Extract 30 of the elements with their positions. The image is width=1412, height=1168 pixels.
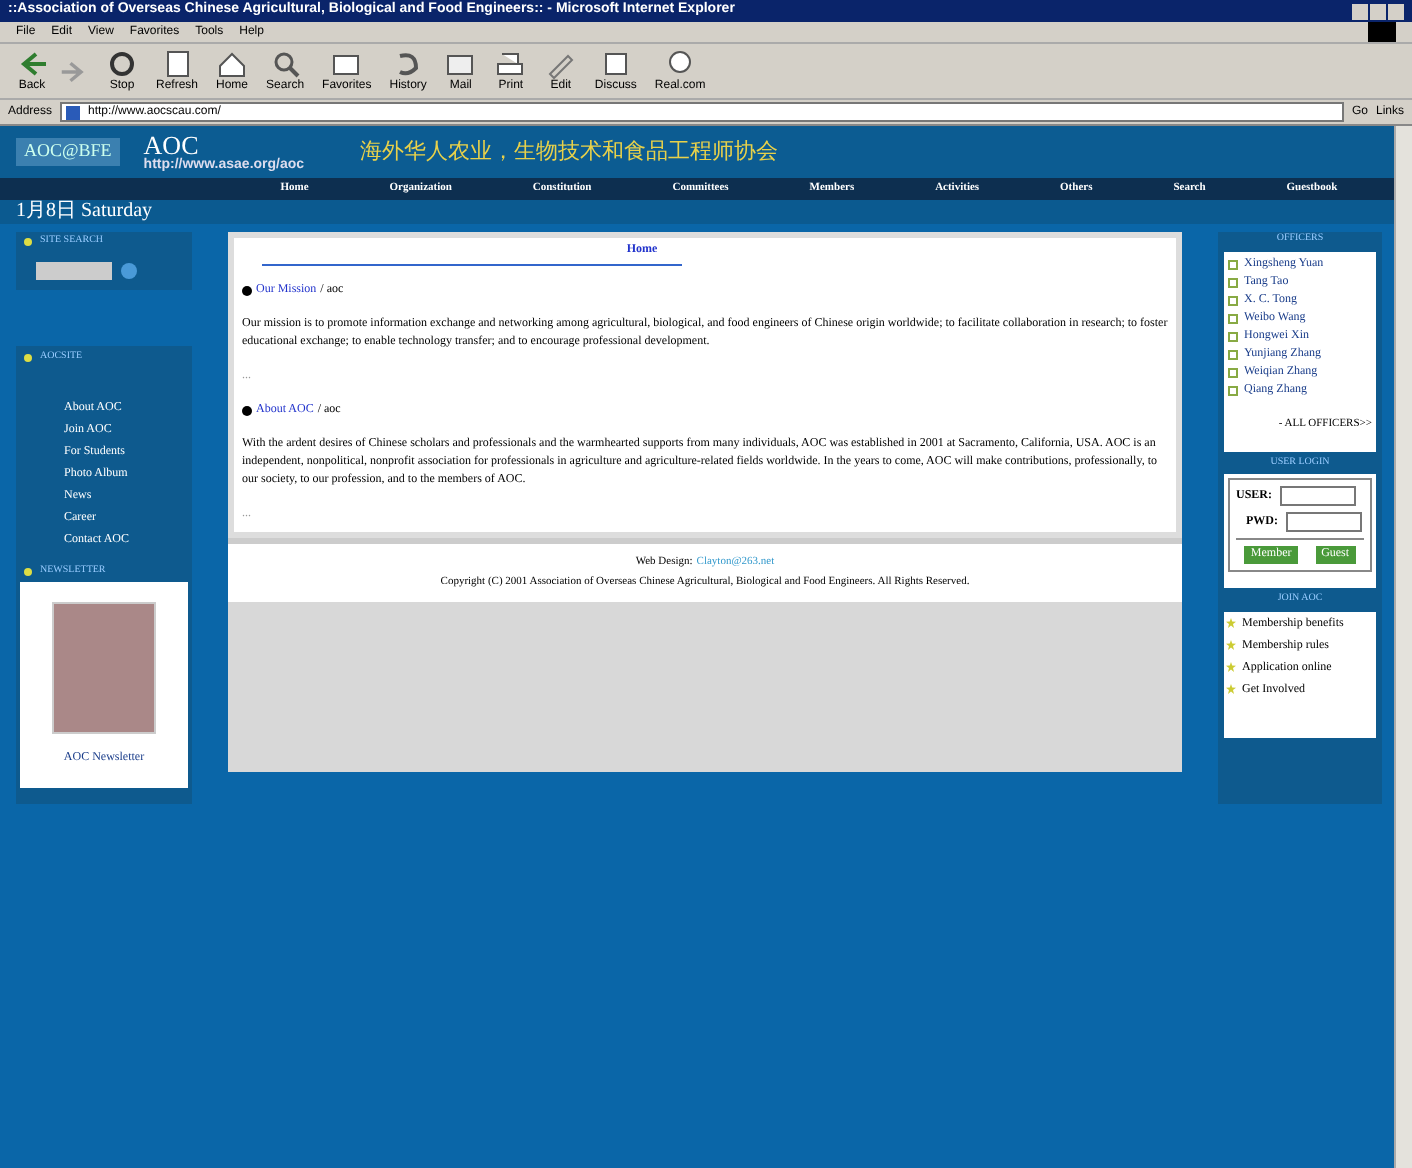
forward-arrow-icon[interactable] <box>60 57 88 85</box>
search-icon <box>269 48 302 80</box>
star-icon <box>1226 640 1236 651</box>
password-field[interactable] <box>1286 512 1362 533</box>
refresh-icon <box>161 48 193 80</box>
checkbox-icon <box>1228 367 1238 377</box>
search-button-icon[interactable] <box>120 261 138 279</box>
search-field[interactable] <box>36 261 112 279</box>
checkbox-icon <box>1228 385 1238 395</box>
star-icon <box>1226 662 1236 673</box>
checkbox-icon <box>1228 349 1238 359</box>
user-field[interactable] <box>1280 486 1357 507</box>
star-icon <box>1226 618 1236 629</box>
site-title: 海外华人农业，生物技术和食品工程师协会 <box>360 137 779 168</box>
newsletter-image[interactable] <box>52 602 156 734</box>
site-name: AOC <box>143 132 199 158</box>
checkbox-icon <box>1228 277 1238 287</box>
stop-icon <box>106 48 138 80</box>
checkbox-icon <box>1228 259 1238 269</box>
star-icon <box>1226 684 1236 695</box>
back-icon <box>16 48 48 80</box>
discuss-icon <box>599 48 632 80</box>
scrollbar[interactable] <box>1394 126 1412 1168</box>
print-icon <box>494 48 527 80</box>
date-text: 1月8日 Saturday <box>16 202 153 222</box>
checkbox-icon <box>1228 313 1238 323</box>
checkbox-icon <box>1228 331 1238 341</box>
logo: AOC@BFE <box>16 138 120 166</box>
home-icon <box>216 48 249 80</box>
checkbox-icon <box>1228 295 1238 305</box>
